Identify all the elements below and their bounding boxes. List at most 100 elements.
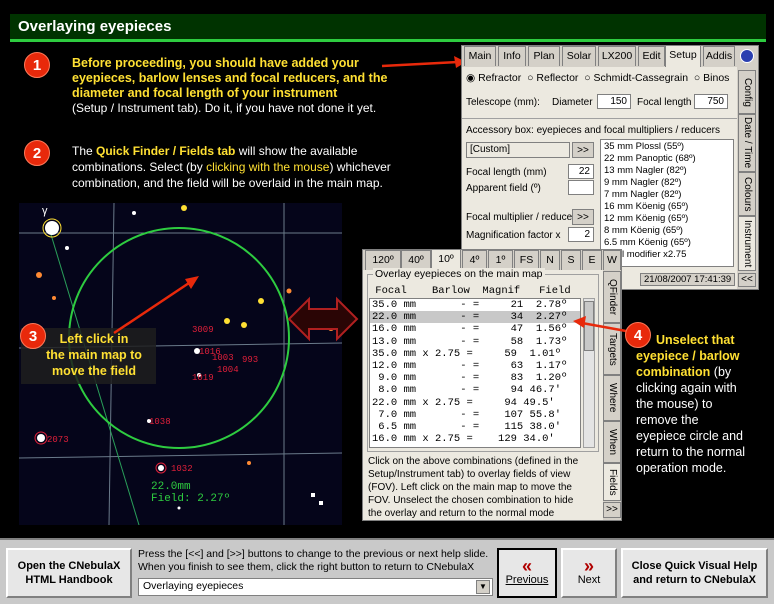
- step-4-line-2: eyepiece / barlow: [636, 349, 740, 363]
- tab-plan[interactable]: Plan: [528, 46, 560, 66]
- eyepiece-list[interactable]: 35 mm Plossl (55º) 22 mm Panoptic (68º) …: [600, 139, 734, 267]
- side-tab-colours[interactable]: Colours: [738, 172, 756, 216]
- table-row[interactable]: 8.0 mm - = 94 46.7': [370, 384, 580, 396]
- list-item[interactable]: 35 mm Plossl (55º): [604, 141, 730, 153]
- open-handbook-button[interactable]: Open the CNebulaX HTML Handbook: [6, 548, 132, 598]
- list-item[interactable]: 16 mm Köenig (65º): [604, 201, 730, 213]
- accessory-add-button[interactable]: >>: [572, 142, 594, 158]
- object-label: 1003: [212, 353, 234, 363]
- tab-addis[interactable]: Addis: [703, 46, 735, 66]
- radio-reflector[interactable]: ○ Reflector: [527, 72, 578, 84]
- table-row[interactable]: 6.5 mm - = 115 38.0': [370, 421, 580, 433]
- next-button[interactable]: » Next: [561, 548, 617, 598]
- list-item[interactable]: focal modifier x2.75: [604, 249, 730, 261]
- table-row[interactable]: 9.0 mm - = 83 1.20º: [370, 372, 580, 384]
- apparent-field-field[interactable]: [568, 180, 594, 195]
- tab-e[interactable]: E: [582, 250, 602, 270]
- tab-w[interactable]: W: [603, 250, 621, 270]
- star: [158, 465, 164, 471]
- footer-instructions: Press the [<<] and [>>] buttons to chang…: [138, 548, 493, 574]
- list-item[interactable]: 9 mm Nagler (82º): [604, 177, 730, 189]
- side-tab-config[interactable]: Config: [738, 70, 756, 114]
- fov-expand-button[interactable]: >>: [603, 502, 621, 518]
- main-map[interactable]: γ 3009 1016 1003 993 1004 1019 2073 1038…: [19, 203, 342, 525]
- accessory-select[interactable]: [Custom]: [466, 142, 570, 158]
- step-2-text: The Quick Finder / Fields tab will show …: [72, 143, 452, 191]
- radio-schmidt-cassegrain[interactable]: ○ Schmidt-Cassegrain: [584, 72, 688, 84]
- instructions-line-1: Press the [<<] and [>>] buttons to chang…: [138, 548, 489, 560]
- slide-select[interactable]: Overlaying eyepieces ▼: [138, 578, 493, 596]
- table-row-selected[interactable]: 22.0 mm - = 34 2.27º: [370, 311, 580, 324]
- tab-120[interactable]: 120º: [365, 250, 401, 270]
- list-item[interactable]: 12 mm Köenig (65º): [604, 213, 730, 225]
- star: [36, 272, 42, 278]
- setup-collapse-button[interactable]: <<: [738, 273, 756, 287]
- tab-setup[interactable]: Setup: [665, 45, 701, 67]
- table-row[interactable]: 35.0 mm x 2.75 = 59 1.01º: [370, 348, 580, 360]
- tab-n[interactable]: N: [540, 250, 560, 270]
- tab-40[interactable]: 40º: [401, 250, 431, 270]
- apparent-field-label: Apparent field (º): [466, 183, 541, 194]
- radio-refractor[interactable]: ◉ Refractor: [466, 72, 521, 84]
- step-4-line-5: the mouse) to: [636, 397, 713, 411]
- list-item[interactable]: 22 mm Panoptic (68º): [604, 153, 730, 165]
- table-row[interactable]: 16.0 mm x 2.75 = 129 34.0': [370, 433, 580, 445]
- tab-fs[interactable]: FS: [514, 250, 539, 270]
- side-tab-fields[interactable]: Fields: [603, 463, 621, 501]
- focal-length-field[interactable]: 750: [694, 94, 728, 109]
- tab-lx200[interactable]: LX200: [598, 46, 636, 66]
- table-row[interactable]: 16.0 mm - = 47 1.56º: [370, 323, 580, 335]
- side-tab-when[interactable]: When: [603, 421, 621, 463]
- greek-label: γ: [42, 205, 48, 217]
- table-row[interactable]: 22.0 mm x 2.75 = 94 49.5': [370, 397, 580, 409]
- accessory-label: Accessory box: eyepieces and focal multi…: [466, 125, 721, 136]
- list-item[interactable]: 8 mm Köenig (65º): [604, 225, 730, 237]
- focal-length-mm-field[interactable]: 22: [568, 164, 594, 179]
- table-row[interactable]: 35.0 mm - = 21 2.78º: [370, 299, 580, 311]
- help-line: (FOV). Left click on the main map to mov…: [368, 482, 572, 493]
- table-row[interactable]: 13.0 mm - = 58 1.73º: [370, 336, 580, 348]
- help-line: the overlay and return to the normal mod…: [368, 508, 555, 519]
- fov-list[interactable]: 35.0 mm - = 21 2.78º 22.0 mm - = 34 2.27…: [369, 298, 581, 448]
- list-item[interactable]: 6.5 mm Köenig (65º): [604, 237, 730, 249]
- star: [247, 461, 251, 465]
- step-4-line-4: clicking again with: [636, 381, 737, 395]
- telescope-label: Telescope (mm):: [466, 97, 540, 108]
- step-4-line-7: eyepiece circle and: [636, 429, 744, 443]
- tab-1[interactable]: 1º: [488, 250, 513, 270]
- table-row[interactable]: 7.0 mm - = 107 55.8': [370, 409, 580, 421]
- star: [52, 296, 56, 300]
- multiplier-add-button[interactable]: >>: [572, 209, 594, 225]
- help-line: Setup/Instrument tab) to overlay fields …: [368, 469, 571, 480]
- star: [241, 322, 247, 328]
- bright-star: [45, 221, 59, 235]
- list-item[interactable]: 13 mm Nagler (82º): [604, 165, 730, 177]
- object-label: 993: [242, 355, 259, 365]
- previous-button[interactable]: « Previous: [497, 548, 557, 598]
- tab-info[interactable]: Info: [498, 46, 526, 66]
- close-help-button[interactable]: Close Quick Visual Help and return to CN…: [621, 548, 768, 598]
- side-tab-where[interactable]: Where: [603, 375, 621, 421]
- radio-binos[interactable]: ○ Binos: [694, 72, 730, 84]
- table-row[interactable]: 12.0 mm - = 63 1.17º: [370, 360, 580, 372]
- star: [311, 493, 315, 497]
- settings-icon[interactable]: [740, 49, 754, 63]
- tab-s[interactable]: S: [561, 250, 581, 270]
- tab-edit[interactable]: Edit: [638, 46, 665, 66]
- setup-tab-strip: Main Info Plan Solar LX200 Edit Setup Ad…: [462, 45, 758, 68]
- side-tab-date-time[interactable]: Date / Time: [738, 114, 756, 172]
- diameter-field[interactable]: 150: [597, 94, 631, 109]
- tab-main[interactable]: Main: [464, 46, 496, 66]
- tab-4[interactable]: 4º: [462, 250, 487, 270]
- step-3-line-3: move the field: [51, 364, 137, 378]
- step-4-arrow: [573, 316, 627, 333]
- list-item[interactable]: 7 mm Nagler (82º): [604, 189, 730, 201]
- step-1-line-3: diameter and focal length of your instru…: [72, 86, 338, 100]
- step-4-line-3b: (by: [710, 365, 732, 379]
- tab-solar[interactable]: Solar: [562, 46, 596, 66]
- object-label: 1004: [217, 365, 239, 375]
- step-2-line-3: combination, and the field will be overl…: [72, 176, 383, 190]
- chevron-down-icon[interactable]: ▼: [476, 580, 490, 594]
- side-tab-instrument[interactable]: Instrument: [738, 216, 756, 271]
- magnification-field[interactable]: 2: [568, 227, 594, 242]
